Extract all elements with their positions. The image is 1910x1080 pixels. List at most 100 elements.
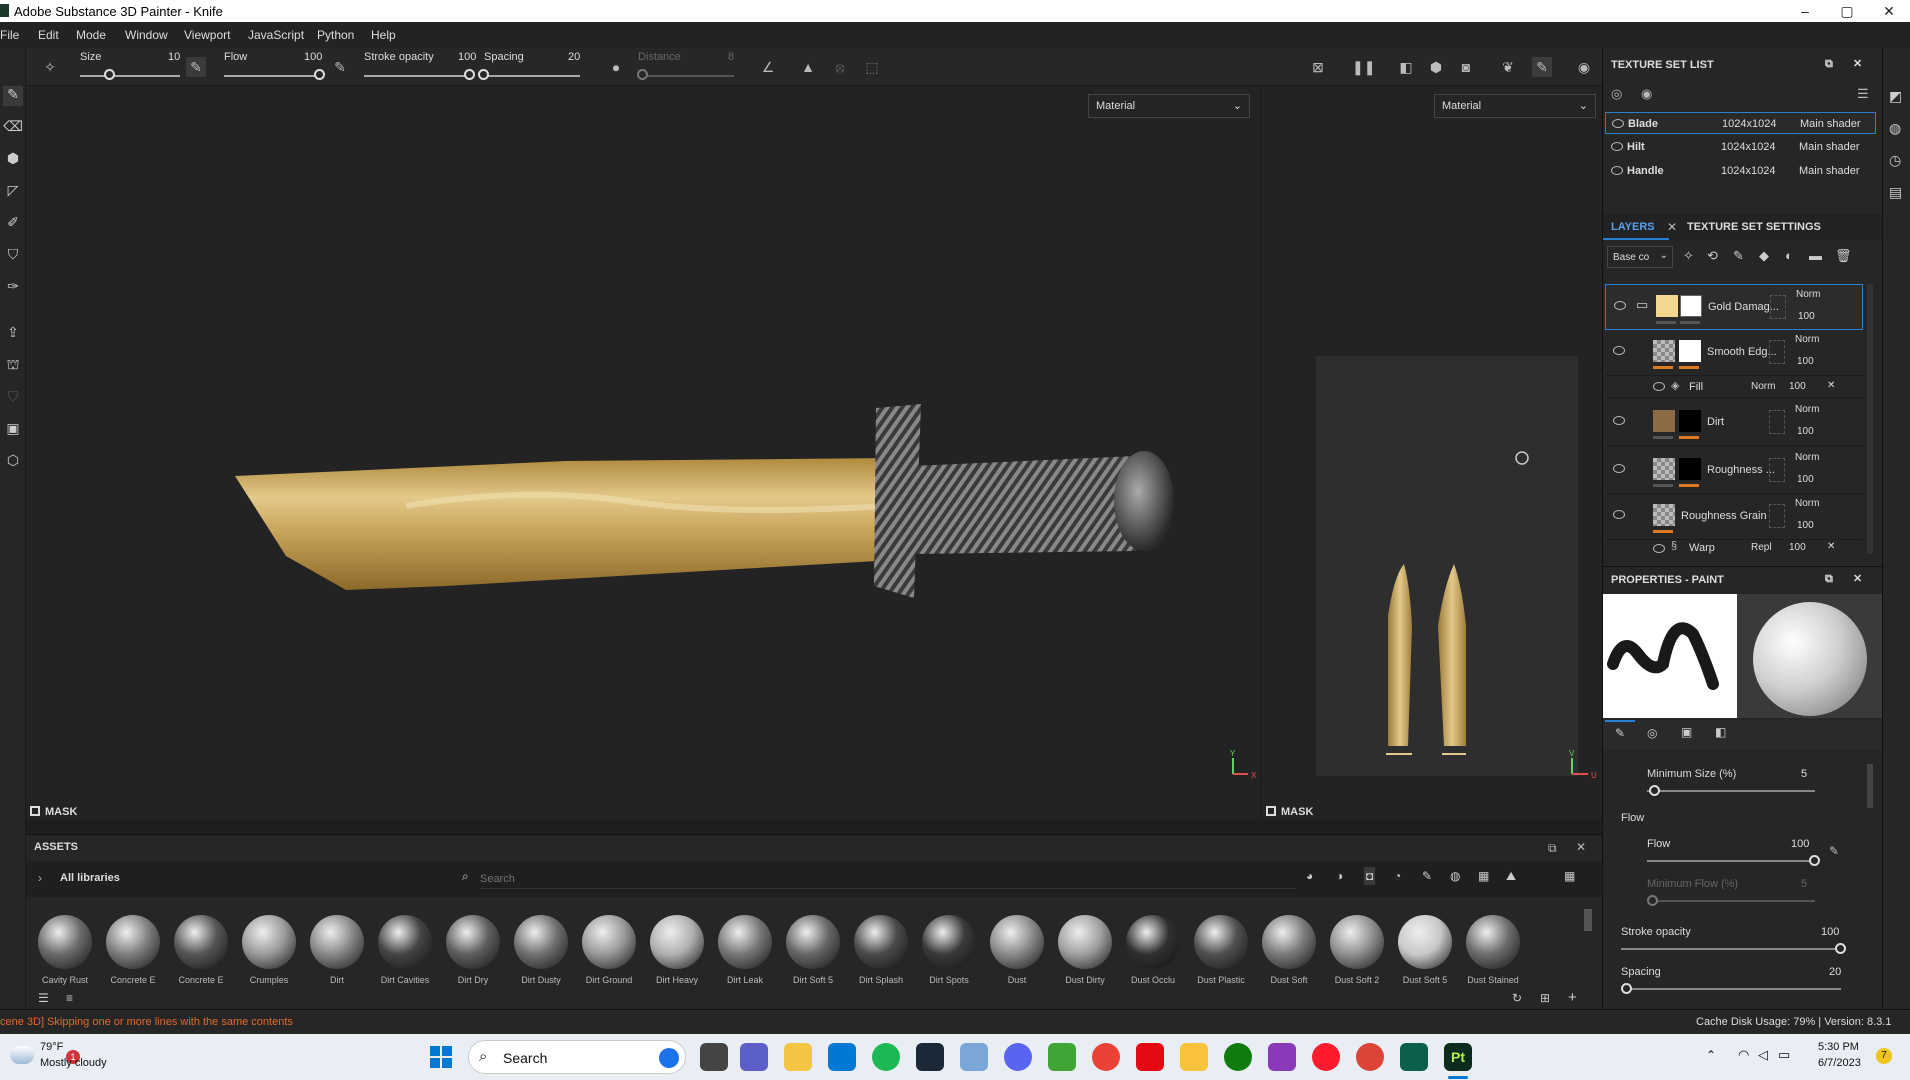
flow-slider[interactable] xyxy=(224,75,320,77)
filter-environments-icon[interactable]: ⛰ xyxy=(1506,869,1516,884)
menu-help[interactable]: Help xyxy=(371,28,396,42)
channel-select[interactable]: Base co ⌄ xyxy=(1607,246,1673,268)
spacing-slider-knob[interactable] xyxy=(1621,983,1632,994)
remove-effect-icon[interactable]: ✕ xyxy=(1827,541,1835,552)
chevron-up-icon[interactable]: ⌃ xyxy=(1706,1048,1716,1062)
spacing-value[interactable]: 20 xyxy=(1829,966,1841,978)
weather-cloud-icon[interactable] xyxy=(10,1046,34,1064)
texture-set-handle[interactable]: Handle 1024x1024 Main shader xyxy=(1605,160,1876,182)
blade[interactable] xyxy=(235,458,894,590)
asset-thumbnail[interactable] xyxy=(1398,915,1452,969)
flow-slider-knob[interactable] xyxy=(314,69,325,80)
eye-icon[interactable] xyxy=(1613,416,1625,425)
geometry-icon[interactable]: ⛫ xyxy=(3,356,23,376)
windows-start-icon[interactable] xyxy=(430,1046,452,1068)
weather-temp[interactable]: 79°F xyxy=(40,1041,63,1053)
minimize-button[interactable]: – xyxy=(1790,2,1820,20)
stroke-opacity-slider-knob[interactable] xyxy=(1835,943,1846,954)
spacing-slider-knob[interactable] xyxy=(478,69,489,80)
grid-view-icon[interactable]: ▦ xyxy=(1564,869,1575,883)
size-slider[interactable] xyxy=(80,75,180,77)
layer-blend-mode[interactable]: Norm xyxy=(1795,498,1819,509)
texture-set-shader[interactable]: Main shader xyxy=(1799,165,1860,177)
layer-smooth-edges[interactable]: Smooth Edg... Norm 100 xyxy=(1605,330,1863,376)
paint-brush-icon[interactable]: ✎ xyxy=(3,86,23,106)
menu-python[interactable]: Python xyxy=(317,28,354,42)
layer-opacity[interactable]: 100 xyxy=(1798,311,1815,322)
close-panel-icon[interactable]: ✕ xyxy=(1853,572,1862,585)
layer-opacity[interactable]: 100 xyxy=(1797,426,1814,437)
stroke-opacity-slider[interactable] xyxy=(1621,948,1841,950)
add-smart-material-icon[interactable]: ◐ xyxy=(1785,248,1793,263)
eye-icon[interactable] xyxy=(1613,346,1625,355)
handle[interactable] xyxy=(912,456,1144,554)
maximize-button[interactable]: ▢ xyxy=(1832,2,1862,20)
eye-icon[interactable] xyxy=(1611,142,1623,151)
material-mode-select-2d[interactable]: Material ⌄ xyxy=(1434,94,1596,118)
effect-blend-mode[interactable]: Repl xyxy=(1751,542,1772,553)
asset-thumbnail[interactable] xyxy=(1058,915,1112,969)
stroke-opacity-value[interactable]: 100 xyxy=(1821,926,1839,938)
paint-mode-icon[interactable]: ✎ xyxy=(1532,57,1552,77)
stroke-opacity-slider[interactable] xyxy=(364,75,470,77)
pommel[interactable] xyxy=(1114,451,1174,551)
eye-icon[interactable] xyxy=(1653,382,1665,391)
layer-dirt[interactable]: Dirt Norm 100 xyxy=(1605,400,1863,446)
asset-thumbnail[interactable] xyxy=(854,915,908,969)
minecraft-icon[interactable] xyxy=(1048,1043,1076,1071)
brush-tab-icon[interactable]: ✎ xyxy=(1615,726,1625,740)
polygon-fill-icon[interactable]: ◸ xyxy=(3,182,23,202)
undock-icon[interactable]: ⧉ xyxy=(1825,58,1833,71)
delete-layer-icon[interactable]: 🗑 xyxy=(1835,248,1852,264)
layer-opacity[interactable]: 100 xyxy=(1797,356,1814,367)
texture-set-shader[interactable]: Main shader xyxy=(1800,118,1861,130)
effect-opacity[interactable]: 100 xyxy=(1789,381,1806,392)
layer-blend-mode[interactable]: Norm xyxy=(1796,289,1820,300)
substance-designer-icon[interactable] xyxy=(1400,1043,1428,1071)
eye-icon[interactable] xyxy=(1613,510,1625,519)
asset-thumbnail[interactable] xyxy=(310,915,364,969)
asset-thumbnail[interactable] xyxy=(106,915,160,969)
asset-thumbnail[interactable] xyxy=(446,915,500,969)
add-folder-icon[interactable]: ▬ xyxy=(1809,248,1822,263)
chevron-right-icon[interactable]: › xyxy=(38,871,42,885)
filter-filters-icon[interactable]: ◔ xyxy=(1394,869,1401,883)
undock-icon[interactable]: ⧉ xyxy=(1548,841,1557,856)
size-pen-pressure-icon[interactable]: ✎ xyxy=(186,57,206,77)
history-icon[interactable]: ◷ xyxy=(1889,152,1901,169)
camera-icon[interactable]: ◙ xyxy=(1456,57,1476,77)
asset-thumbnail[interactable] xyxy=(786,915,840,969)
layer-mask-thumbnail[interactable] xyxy=(1679,340,1701,362)
picker-icon[interactable]: ✑ xyxy=(3,278,23,298)
asset-thumbnail[interactable] xyxy=(242,915,296,969)
effect-warp[interactable]: § Warp Repl 100 ✕ xyxy=(1605,540,1863,556)
display-settings-icon[interactable]: ◍ xyxy=(1889,120,1901,137)
remove-effect-icon[interactable]: ✕ xyxy=(1827,380,1835,391)
add-fill-layer-icon[interactable]: ◆ xyxy=(1759,248,1769,264)
effect-fill[interactable]: ◈ Fill Norm 100 ✕ xyxy=(1605,376,1863,398)
min-size-value[interactable]: 5 xyxy=(1801,768,1807,780)
knife-model[interactable]: Y X xyxy=(26,86,1260,820)
stroke-opacity-value[interactable]: 100 xyxy=(458,51,476,63)
texture-set-blade[interactable]: Blade 1024x1024 Main shader xyxy=(1605,112,1876,134)
layer-mask-thumbnail[interactable] xyxy=(1680,295,1702,317)
close-button[interactable]: ✕ xyxy=(1874,2,1904,20)
close-tab-icon[interactable]: ✕ xyxy=(1667,220,1677,234)
sort-icon[interactable]: ≡ xyxy=(66,991,73,1005)
screenshot-icon[interactable]: ◉ xyxy=(1574,57,1594,77)
min-size-slider[interactable] xyxy=(1647,790,1815,792)
eye-icon[interactable] xyxy=(1612,119,1624,128)
netflix-icon[interactable] xyxy=(1136,1043,1164,1071)
layer-blend-mode[interactable]: Norm xyxy=(1795,404,1819,415)
spacing-slider[interactable] xyxy=(484,75,580,77)
clone-icon[interactable]: ⛉ xyxy=(3,246,23,266)
asset-thumbnail[interactable] xyxy=(1262,915,1316,969)
anchor-icon[interactable]: ⛉ xyxy=(3,388,23,408)
material-tab-icon[interactable]: ◧ xyxy=(1715,725,1726,739)
list-menu-icon[interactable]: ☰ xyxy=(1857,86,1869,102)
asset-thumbnail[interactable] xyxy=(514,915,568,969)
add-mask-icon[interactable]: ⟲ xyxy=(1707,248,1718,264)
xbox-icon[interactable] xyxy=(1224,1043,1252,1071)
layer-blend-mode[interactable]: Norm xyxy=(1795,452,1819,463)
notification-badge[interactable]: 7 xyxy=(1876,1048,1892,1064)
